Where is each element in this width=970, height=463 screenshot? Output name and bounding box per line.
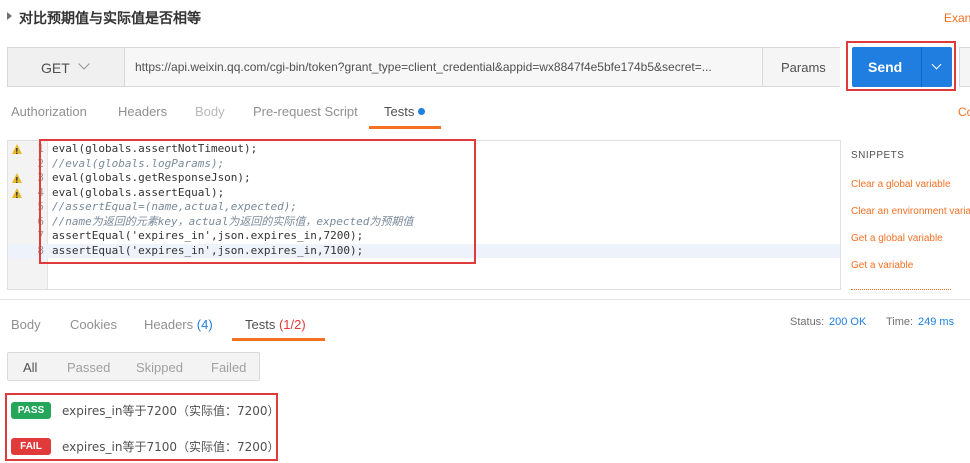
tab-body[interactable]: Body: [195, 104, 225, 119]
snippets-heading: SNIPPETS: [851, 150, 905, 161]
active-tab-underline: [369, 126, 441, 129]
time-label: Time:: [886, 316, 914, 328]
response-tab-tests-label: Tests: [245, 317, 276, 332]
method-label: GET: [41, 60, 70, 76]
code-highlight-box: [39, 139, 476, 264]
save-button[interactable]: [959, 47, 970, 87]
test-filter-bar: All Passed Skipped Failed: [7, 352, 260, 381]
filter-skipped[interactable]: Skipped: [136, 360, 183, 375]
response-tab-body[interactable]: Body: [11, 317, 41, 332]
url-input[interactable]: [125, 48, 762, 86]
time-value: 249 ms: [918, 316, 955, 328]
warning-icon: [12, 144, 22, 160]
divider: [0, 299, 970, 300]
response-tab-tests[interactable]: Tests (1/2): [245, 317, 306, 332]
snippet-item[interactable]: Get a variable: [851, 260, 913, 271]
method-select[interactable]: GET: [8, 48, 125, 86]
results-highlight-box: [5, 393, 278, 461]
tests-indicator-dot: [418, 108, 425, 115]
status-label: Status:: [790, 316, 825, 328]
examples-link[interactable]: Exan: [944, 11, 970, 25]
request-title: 对比预期值与实际值是否相等: [19, 11, 201, 27]
response-tab-cookies[interactable]: Cookies: [70, 317, 117, 332]
chevron-down-icon: [78, 58, 90, 70]
tests-count: (1/2): [278, 317, 306, 332]
request-title-row[interactable]: 对比预期值与实际值是否相等 Exan: [0, 0, 970, 36]
tab-prerequest-script[interactable]: Pre-request Script: [253, 104, 358, 119]
caret-right-icon[interactable]: [7, 12, 12, 20]
snippet-item[interactable]: Get a global variable: [851, 233, 943, 244]
snippet-item-partial: [851, 287, 970, 291]
warning-icon: [12, 187, 22, 203]
url-bar: GET Params: [7, 47, 840, 87]
headers-count: (4): [196, 317, 213, 332]
code-link[interactable]: Co: [958, 105, 970, 119]
filter-passed[interactable]: Passed: [67, 360, 110, 375]
snippet-item[interactable]: Clear an environment varia: [851, 206, 970, 217]
response-tab-headers[interactable]: Headers (4): [144, 317, 213, 332]
warning-icon: [12, 173, 22, 189]
params-button[interactable]: Params: [762, 48, 840, 86]
filter-failed[interactable]: Failed: [211, 360, 246, 375]
filter-all[interactable]: All: [23, 360, 37, 375]
snippet-item[interactable]: Clear a global variable: [851, 179, 951, 190]
tab-authorization[interactable]: Authorization: [11, 104, 87, 119]
params-label: Params: [781, 60, 826, 75]
active-response-tab-underline: [232, 338, 325, 341]
tab-headers[interactable]: Headers: [118, 104, 167, 119]
status-value: 200 OK: [829, 316, 867, 328]
response-tab-headers-label: Headers: [144, 317, 194, 332]
tab-tests[interactable]: Tests: [384, 104, 414, 119]
send-highlight-box: [846, 41, 956, 91]
